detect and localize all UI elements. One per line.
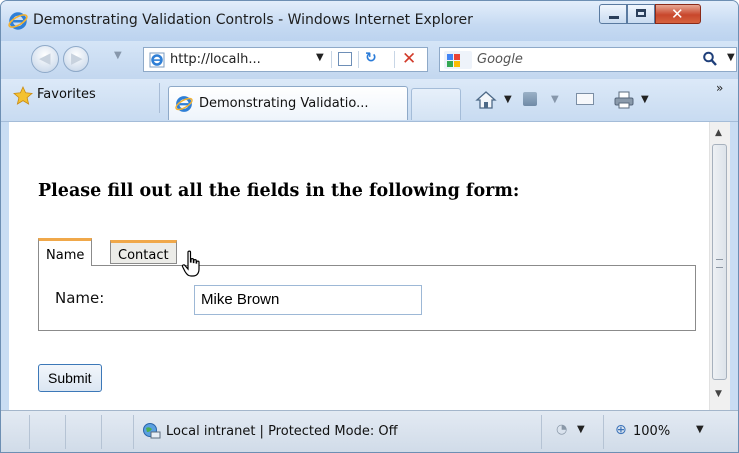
hand-cursor-icon [181, 250, 200, 277]
print-dropdown-icon[interactable]: ▼ [641, 94, 649, 105]
zoom-dropdown-icon[interactable]: ▼ [696, 424, 704, 435]
status-separator [541, 415, 542, 449]
refresh-icon[interactable]: ↻ [365, 50, 377, 66]
status-separator [65, 415, 66, 449]
zoom-level[interactable]: 100% [633, 424, 670, 439]
tab-label: Demonstrating Validatio... [199, 96, 369, 111]
title-bar: Demonstrating Validation Controls - Wind… [1, 1, 738, 41]
tab-contact-label: Contact [118, 248, 169, 263]
vertical-scrollbar[interactable]: ▲ ▼ [709, 122, 730, 410]
toolbar-overflow-icon[interactable]: » [716, 81, 723, 95]
back-button[interactable]: ◀ [31, 45, 59, 73]
tab-name[interactable]: Name [38, 238, 93, 266]
ie-logo-icon [175, 96, 193, 112]
page-ie-icon [149, 52, 165, 68]
recent-pages-dropdown-icon[interactable]: ▼ [114, 50, 122, 61]
tab-contact[interactable]: Contact [110, 240, 177, 264]
address-input[interactable]: http://localh... [170, 52, 261, 67]
browser-tab-active[interactable]: Demonstrating Validatio... [168, 86, 408, 120]
minimize-button[interactable] [599, 4, 627, 24]
home-dropdown-icon[interactable]: ▼ [504, 94, 512, 105]
name-input[interactable]: Mike Brown [194, 285, 422, 315]
scroll-up-icon[interactable]: ▲ [715, 128, 722, 138]
search-dropdown-icon[interactable]: ▼ [727, 52, 735, 63]
home-icon[interactable] [475, 90, 497, 110]
feeds-dropdown-icon[interactable]: ▼ [551, 94, 559, 105]
maximize-icon [636, 9, 646, 17]
status-separator [133, 415, 134, 449]
maximize-button[interactable] [627, 4, 655, 24]
ie-logo-icon [8, 12, 28, 30]
feeds-icon[interactable] [523, 92, 537, 106]
status-separator [603, 415, 604, 449]
page-content: Please fill out all the fields in the fo… [9, 122, 709, 410]
close-icon: ✕ [671, 5, 684, 23]
submit-label: Submit [48, 370, 92, 386]
tab-panel: Name: Mike Brown [38, 265, 696, 331]
name-label: Name: [55, 289, 105, 307]
favorites-star-icon [13, 86, 33, 105]
window-title: Demonstrating Validation Controls - Wind… [33, 12, 473, 28]
tab-name-label: Name [46, 248, 85, 263]
compatibility-view-icon[interactable] [338, 52, 352, 66]
submit-button[interactable]: Submit [38, 364, 102, 392]
back-arrow-icon: ◀ [39, 49, 51, 67]
stop-icon[interactable]: ✕ [402, 49, 416, 69]
minimize-icon [609, 16, 619, 19]
local-intranet-icon [143, 423, 161, 439]
address-bar[interactable]: http://localh... ▼ ↻ ✕ [143, 47, 428, 72]
new-tab-button[interactable] [411, 88, 461, 120]
search-bar[interactable]: Google ▼ [439, 47, 737, 72]
navigation-bar: ◀ ▶ ▼ http://localh... ▼ ↻ ✕ Google ▼ [1, 41, 738, 79]
scroll-thumb[interactable] [712, 144, 727, 380]
status-bar: Local intranet | Protected Mode: Off ◔ ▼… [1, 410, 738, 452]
status-zone-text: Local intranet | Protected Mode: Off [166, 424, 398, 439]
forward-button[interactable]: ▶ [63, 46, 89, 72]
read-mail-icon[interactable] [576, 93, 594, 105]
protected-mode-dropdown-icon[interactable]: ▼ [577, 424, 585, 435]
page-heading: Please fill out all the fields in the fo… [38, 181, 520, 201]
status-separator [29, 415, 30, 449]
close-button[interactable]: ✕ [655, 4, 701, 24]
browser-window: Demonstrating Validation Controls - Wind… [0, 0, 739, 453]
status-separator [101, 415, 102, 449]
command-bar: Favorites Demonstrating Validatio... ▼ ▼… [1, 79, 738, 122]
search-icon[interactable] [702, 50, 718, 68]
zoom-icon[interactable]: ⊕ [615, 422, 627, 438]
address-separator [331, 51, 332, 68]
toolbar-separator [159, 83, 160, 113]
address-dropdown-icon[interactable]: ▼ [316, 52, 324, 63]
protected-mode-icon[interactable]: ◔ [556, 422, 567, 437]
favorites-label: Favorites [37, 87, 96, 102]
scroll-down-icon[interactable]: ▼ [715, 389, 722, 399]
address-separator [358, 51, 359, 68]
print-icon[interactable] [613, 90, 635, 110]
scroll-grip-icon [716, 259, 723, 268]
search-input[interactable]: Google [477, 52, 523, 67]
google-logo-icon [444, 51, 472, 69]
forward-arrow-icon: ▶ [71, 49, 83, 67]
address-separator [394, 51, 395, 68]
favorites-button[interactable]: Favorites [9, 82, 96, 108]
